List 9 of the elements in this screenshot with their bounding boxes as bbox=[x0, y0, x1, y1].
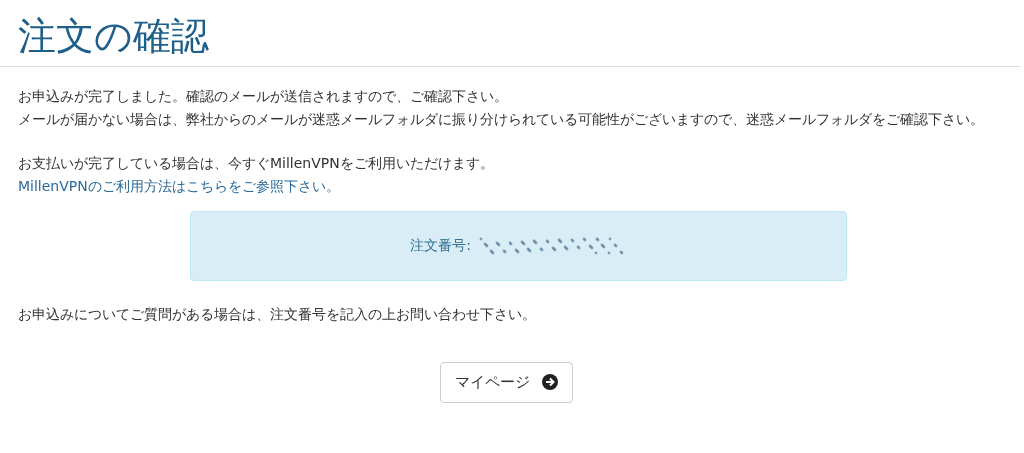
page-title: 注文の確認 bbox=[18, 13, 210, 60]
mypage-button[interactable]: マイページ bbox=[439, 361, 573, 403]
order-number-label: 注文番号: bbox=[410, 237, 471, 255]
payment-message: お支払いが完了している場合は、今すぐMillenVPNをご利用いただけます。 bbox=[18, 154, 495, 173]
message-text: メールが届かない場合は、弊社からのメールが迷惑メールフォルダに振り分けられている可能性がございますので、迷惑メールフォルダをご確認下さい。 bbox=[18, 109, 985, 129]
inquiry-message: お申込みについてご質問がある場合は、注文番号を記入の上お問い合わせ下さい。 bbox=[18, 305, 537, 324]
usage-link[interactable]: MillenVPNのご利用方法はこちらをご参照下さい。 bbox=[18, 174, 340, 197]
arrow-circle-icon bbox=[541, 374, 558, 390]
message-text: お申込みが完了しました。確認のメールが送信されますので、ご確認下さい。 bbox=[18, 87, 509, 106]
